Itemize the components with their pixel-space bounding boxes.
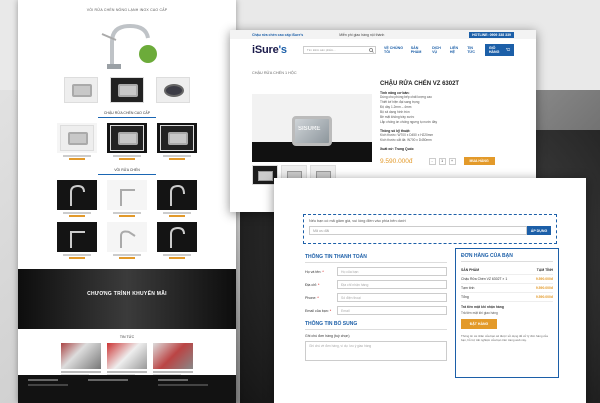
hero-caption: VÒI RỬA CHÉN NÓNG LẠNH INOX CAO CẤP [86, 8, 168, 12]
nav-item-products[interactable]: SẢN PHẨM [411, 46, 426, 54]
product-gallery: SISURE [252, 81, 372, 185]
field-row: Địa chỉ: * Địa chỉ nhận hàng [305, 280, 447, 289]
product-card[interactable] [57, 123, 97, 160]
order-title: ĐƠN HÀNG CỦA BẠN [461, 253, 513, 259]
total-row: Tổng 9.590.000đ [461, 293, 553, 302]
section-title-faucets: VÒI RỬA CHÉN [114, 168, 140, 172]
quantity-stepper: - 1 + [428, 157, 456, 165]
order-line-item: Chậu Rửa Chén VZ 6302T × 1 9.590.000đ [461, 275, 553, 284]
section-divider [98, 117, 156, 118]
section-divider [98, 174, 156, 175]
product-card[interactable] [157, 123, 197, 160]
additional-title: THÔNG TIN BỔ SUNG [305, 321, 358, 327]
product-card[interactable] [57, 180, 97, 217]
qty-value[interactable]: 1 [438, 157, 446, 165]
product-card[interactable] [107, 180, 147, 217]
topbar-tagline: Chậu rửa chén cao cấp iSure's [252, 32, 304, 37]
phone-field[interactable]: Số điện thoại [337, 293, 447, 302]
name-field[interactable]: Họ của bạn [337, 267, 447, 276]
search-input[interactable]: Tìm kiếm sản phẩm... [302, 46, 377, 54]
news-card[interactable] [153, 343, 193, 376]
hotline-badge[interactable]: HOTLINE: 0909 338 339 [469, 31, 514, 38]
billing-title: THÔNG TIN THANH TOÁN [305, 254, 367, 260]
coupon-message: Nếu bạn có mã giảm giá, vui lòng điền và… [309, 219, 406, 223]
qty-minus-button[interactable]: - [428, 157, 436, 165]
topbar-shipping: Miễn phí giao hàng nội thành [339, 32, 385, 37]
order-header: SẢN PHẨM TẠM TÍNH [461, 266, 553, 275]
coupon-section: Nếu bạn có mã giảm giá, vui lòng điền và… [303, 214, 557, 244]
coupon-row: Mã ưu đãi ÁP DỤNG [309, 226, 551, 235]
thumb-image[interactable] [64, 77, 98, 103]
payment-option[interactable]: Trả tiền mặt khi giao hàng [461, 311, 553, 315]
faucet-image [101, 23, 157, 69]
name-label: Họ và tên: * [305, 269, 324, 274]
email-field[interactable]: Email [337, 306, 447, 315]
buy-button[interactable]: MUA HÀNG [463, 157, 495, 165]
search-icon[interactable] [367, 47, 375, 53]
field-row: Email của bạn: * Email [305, 306, 447, 315]
product-card[interactable] [107, 123, 147, 160]
faucet-grid-2 [18, 222, 236, 259]
thumb-image[interactable] [156, 77, 190, 103]
qty-plus-button[interactable]: + [448, 157, 456, 165]
phone-label: Phone: * [305, 295, 319, 300]
footer [18, 375, 236, 403]
sink-grid [18, 123, 236, 160]
product-info: CHẬU RỬA CHÉN VZ 6302T Tính năng cơ bản:… [380, 81, 500, 185]
cart-icon [505, 48, 511, 51]
news-title: TIN TỨC [119, 335, 135, 339]
promo-title: CHƯƠNG TRÌNH KHUYẾN MÃI [87, 291, 167, 297]
product-card[interactable] [157, 222, 197, 259]
payment-label: Trả tiền mặt khi nhận hàng [461, 305, 504, 309]
homepage-preview: VÒI RỬA CHÉN NÓNG LẠNH INOX CAO CẤP CHẬU… [18, 0, 236, 403]
cart-button[interactable]: GIỎ HÀNG [484, 44, 515, 56]
address-field[interactable]: Địa chỉ nhận hàng [337, 280, 447, 289]
price-row: 9.590.000đ - 1 + MUA HÀNG [380, 157, 500, 165]
promo-banner[interactable]: CHƯƠNG TRÌNH KHUYẾN MÃI [18, 269, 236, 329]
news-card[interactable] [61, 343, 101, 376]
order-notes-label: Ghi chú đơn hàng (tuỳ chọn) [305, 334, 350, 338]
nav-item-services[interactable]: DỊCH VỤ [432, 46, 444, 54]
main-nav: VỀ CHÚNG TÔI SẢN PHẨM DỊCH VỤ LIÊN HỆ TI… [384, 46, 479, 54]
product-card[interactable] [107, 222, 147, 259]
section-title-sinks: CHẬU RỬA CHÉN CAO CẤP [103, 111, 151, 115]
field-row: Phone: * Số điện thoại [305, 293, 447, 302]
field-row: Họ và tên: * Họ của bạn [305, 267, 447, 276]
thumb-image[interactable] [110, 77, 144, 103]
breadcrumb[interactable]: CHẬU RỬA CHÉN 1 HỘC [230, 61, 536, 75]
top-bar: Chậu rửa chén cao cấp iSure's Miễn phí g… [230, 30, 536, 39]
product-card[interactable] [157, 180, 197, 217]
address-label: Địa chỉ: * [305, 282, 320, 287]
site-logo[interactable]: iSure's [252, 44, 287, 56]
hero-thumbs [18, 77, 236, 103]
origin-label: Xuất xứ: Trung Quốc [380, 147, 414, 151]
billing-form: THÔNG TIN THANH TOÁN Họ và tên: * Họ của… [305, 254, 447, 361]
spec-item: Kích thước cắt đá: W700 x D450mm [380, 138, 432, 142]
product-main-image[interactable]: SISURE [252, 94, 372, 162]
site-header: iSure's Tìm kiếm sản phẩm... VỀ CHÚNG TÔ… [230, 39, 536, 61]
checkout-page-preview: Nếu bạn có mã giảm giá, vui lòng điền và… [274, 178, 586, 403]
product-detail: SISURE CHẬU RỬA CHÉN VZ 6302T Tính năng … [230, 75, 536, 185]
order-summary: ĐƠN HÀNG CỦA BẠN SẢN PHẨM TẠM TÍNH Chậu R… [455, 248, 559, 378]
news-list [18, 343, 236, 376]
image-brand: SISURE [298, 126, 321, 132]
subtotal-row: Tạm tính 9.590.000đ [461, 284, 553, 293]
privacy-note: Thông tin cá nhân của bạn sẽ được sử dụn… [461, 334, 548, 342]
place-order-button[interactable]: ĐẶT HÀNG [461, 319, 497, 329]
nav-item-about[interactable]: VỀ CHÚNG TÔI [384, 46, 405, 54]
product-price: 9.590.000đ [380, 157, 413, 165]
news-card[interactable] [107, 343, 147, 376]
apply-coupon-button[interactable]: ÁP DỤNG [527, 226, 551, 235]
coupon-input[interactable]: Mã ưu đãi [309, 226, 527, 235]
feature-item: Lắp chống ồn chống ngưng tụ nước đáy [380, 120, 438, 124]
product-title: CHẬU RỬA CHÉN VZ 6302T [380, 81, 460, 87]
product-card[interactable] [57, 222, 97, 259]
hero-banner [62, 14, 192, 74]
email-label: Email của bạn: * [305, 308, 332, 313]
nav-item-contact[interactable]: LIÊN HỆ [450, 46, 461, 54]
order-notes-field[interactable]: Ghi chú về đơn hàng, ví dụ: lưu ý giao h… [305, 341, 447, 361]
faucet-grid-1 [18, 180, 236, 217]
nav-item-news[interactable]: TIN TỨC [467, 46, 479, 54]
